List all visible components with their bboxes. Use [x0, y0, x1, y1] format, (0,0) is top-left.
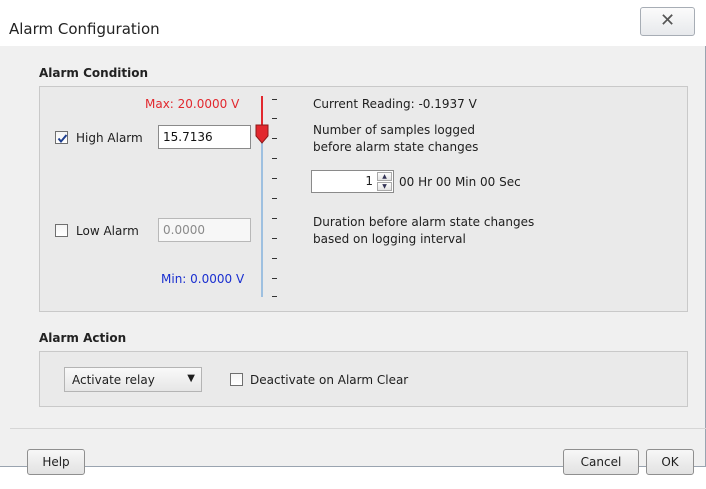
low-alarm-checkbox[interactable]: [55, 224, 68, 237]
checkmark-icon: [57, 134, 68, 144]
scale-tick: [272, 118, 277, 119]
close-icon: ✕: [659, 10, 676, 31]
alarm-action-heading: Alarm Action: [39, 331, 127, 345]
title-bar: Alarm Configuration ✕: [0, 0, 706, 46]
cancel-button[interactable]: Cancel: [563, 449, 639, 475]
chevron-down-icon: ▼: [187, 373, 195, 384]
spinner-down-button[interactable]: ▼: [377, 182, 392, 191]
duration-description-line1: Duration before alarm state changes: [313, 215, 535, 229]
scale-tick: [272, 258, 277, 259]
high-alarm-label: High Alarm: [76, 131, 143, 145]
high-alarm-slider-thumb[interactable]: [255, 124, 269, 144]
samples-spinner[interactable]: 1 ▲ ▼: [311, 170, 394, 193]
spinner-buttons: ▲ ▼: [377, 172, 392, 191]
deactivate-checkbox[interactable]: [230, 373, 243, 386]
scale-tick: [272, 278, 277, 279]
samples-time: 00 Hr 00 Min 00 Sec: [399, 175, 521, 189]
samples-description-line2: before alarm state changes: [313, 140, 479, 154]
alarm-condition-group: [39, 86, 688, 312]
scale-tick: [272, 138, 277, 139]
action-select[interactable]: Activate relay ▼: [64, 367, 202, 392]
min-label: Min: 0.0000 V: [161, 272, 245, 286]
high-alarm-checkbox[interactable]: [55, 131, 68, 144]
low-alarm-label: Low Alarm: [76, 224, 139, 238]
deactivate-label: Deactivate on Alarm Clear: [250, 373, 409, 387]
scale-tick: [272, 178, 277, 179]
duration-description-line2: based on logging interval: [313, 232, 466, 246]
dialog-window: Alarm Configuration ✕ Alarm Condition Ma…: [0, 0, 706, 475]
scale-tick: [272, 218, 277, 219]
footer-divider: [10, 428, 706, 429]
current-reading: Current Reading: -0.1937 V: [313, 97, 477, 111]
close-button[interactable]: ✕: [640, 7, 695, 36]
ok-button[interactable]: OK: [646, 449, 694, 475]
low-alarm-input[interactable]: [158, 218, 251, 242]
high-alarm-input[interactable]: [158, 125, 251, 149]
spinner-up-button[interactable]: ▲: [377, 172, 392, 181]
scale-tick: [272, 158, 277, 159]
scale-tick: [272, 238, 277, 239]
dialog-title: Alarm Configuration: [9, 20, 160, 38]
max-label: Max: 20.0000 V: [145, 97, 240, 111]
help-button[interactable]: Help: [27, 449, 85, 475]
scale-tick: [272, 99, 277, 100]
action-select-value: Activate relay: [72, 373, 155, 387]
alarm-scale-high-segment: [261, 96, 263, 126]
scale-tick: [272, 296, 277, 297]
samples-spinner-value: 1: [365, 174, 373, 188]
alarm-condition-heading: Alarm Condition: [39, 66, 149, 80]
samples-description-line1: Number of samples logged: [313, 123, 476, 137]
scale-tick: [272, 198, 277, 199]
